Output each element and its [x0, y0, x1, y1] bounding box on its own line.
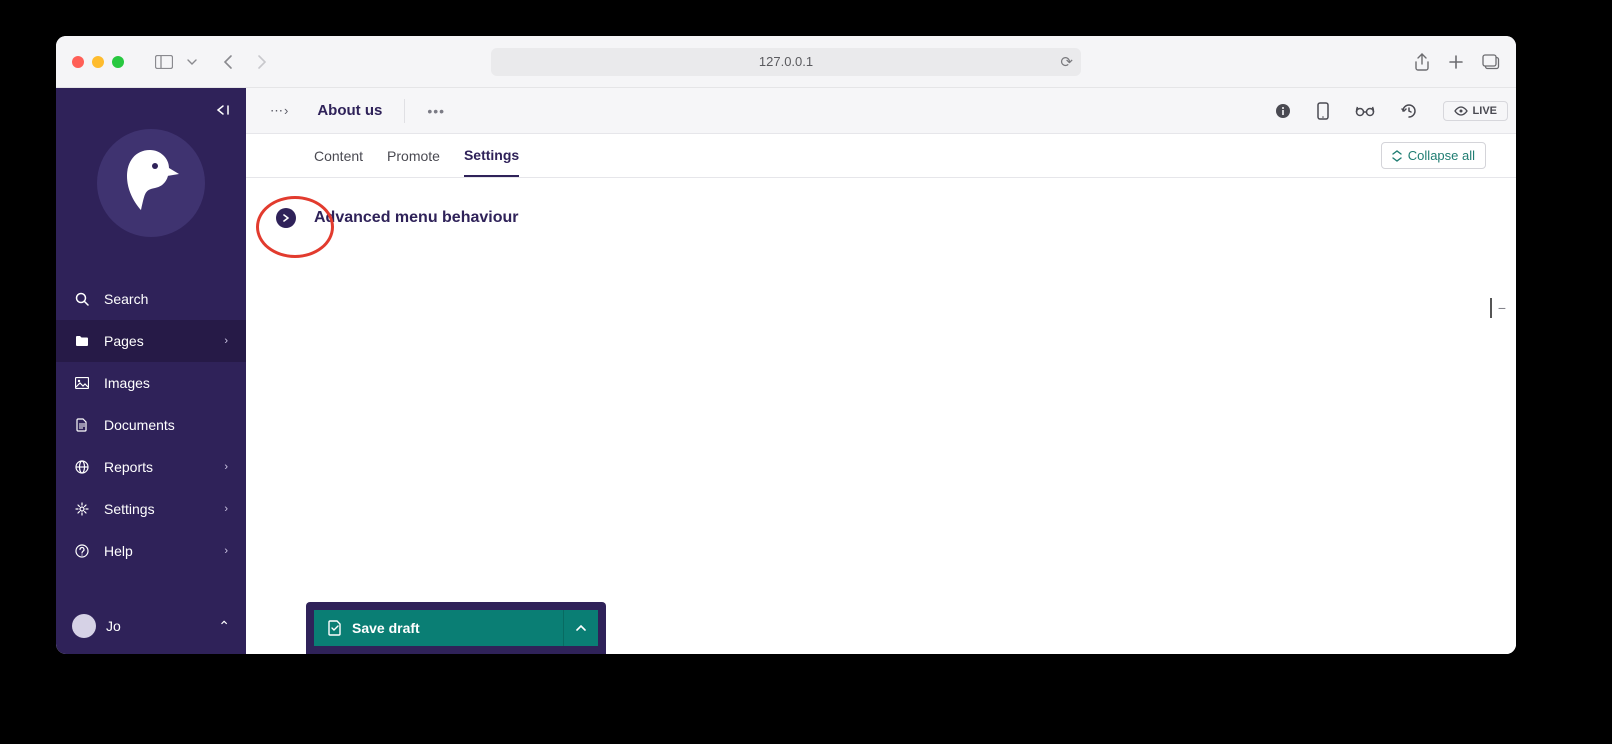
more-actions-icon[interactable]: •••	[427, 103, 445, 119]
eye-icon	[1454, 106, 1468, 116]
sidebar-item-label: Documents	[104, 417, 175, 433]
history-icon[interactable]	[1401, 103, 1417, 119]
image-icon	[74, 377, 90, 389]
browser-chrome: 127.0.0.1 ⟳	[56, 36, 1516, 88]
divider	[404, 99, 405, 123]
share-icon[interactable]	[1414, 53, 1430, 71]
close-window-button[interactable]	[72, 56, 84, 68]
chevron-right-icon: ›	[224, 545, 228, 557]
topbar: ⋯› About us ••• LIVE	[246, 88, 1516, 134]
sidebar-item-label: Reports	[104, 459, 153, 475]
forward-button[interactable]	[248, 50, 276, 74]
draft-icon	[328, 620, 342, 636]
back-button[interactable]	[214, 50, 242, 74]
sidebar-item-label: Search	[104, 291, 148, 307]
tab-label: Content	[314, 148, 363, 164]
tabs: Content Promote Settings Collapse all	[246, 134, 1516, 178]
sidebar-item-settings[interactable]: Settings ›	[56, 488, 246, 530]
tab-label: Settings	[464, 147, 519, 163]
chevron-right-icon: ›	[224, 503, 228, 515]
sidebar-item-label: Images	[104, 375, 150, 391]
tabs-overview-icon[interactable]	[1482, 54, 1500, 70]
new-tab-icon[interactable]	[1448, 54, 1464, 70]
collapse-sidebar-icon[interactable]	[214, 104, 230, 116]
sidebar-nav: Search Pages › Images Documents Re	[56, 278, 246, 572]
sidebar-item-images[interactable]: Images	[56, 362, 246, 404]
save-options-button[interactable]	[564, 610, 598, 646]
expand-panel-button[interactable]	[276, 208, 296, 228]
document-icon	[74, 418, 90, 432]
tab-settings[interactable]: Settings	[464, 134, 519, 177]
mobile-preview-icon[interactable]	[1317, 102, 1329, 120]
live-badge[interactable]: LIVE	[1443, 101, 1508, 121]
minimap[interactable]: −	[1490, 298, 1506, 318]
chevron-down-icon[interactable]	[184, 50, 200, 74]
chevron-up-icon: ⌃	[218, 618, 230, 635]
sidebar-item-documents[interactable]: Documents	[56, 404, 246, 446]
panel-title: Advanced menu behaviour	[314, 209, 519, 227]
sidebar-toggle-icon[interactable]	[150, 50, 178, 74]
tab-content[interactable]: Content	[314, 134, 363, 177]
help-icon	[74, 544, 90, 558]
save-draft-label: Save draft	[352, 620, 420, 636]
sidebar-item-pages[interactable]: Pages ›	[56, 320, 246, 362]
sidebar-item-help[interactable]: Help ›	[56, 530, 246, 572]
globe-icon	[74, 460, 90, 474]
sidebar-item-label: Help	[104, 543, 133, 559]
chevron-right-icon: ›	[224, 335, 228, 347]
user-name: Jo	[106, 618, 121, 634]
sidebar-user[interactable]: Jo ⌃	[56, 602, 246, 654]
minimize-window-button[interactable]	[92, 56, 104, 68]
sidebar-item-reports[interactable]: Reports ›	[56, 446, 246, 488]
sidebar-item-label: Settings	[104, 501, 155, 517]
tab-promote[interactable]: Promote	[387, 134, 440, 177]
collapse-all-button[interactable]: Collapse all	[1381, 142, 1486, 169]
breadcrumb-icon[interactable]: ⋯›	[270, 103, 289, 119]
chevron-right-icon: ›	[224, 461, 228, 473]
tab-label: Promote	[387, 148, 440, 164]
browser-window: 127.0.0.1 ⟳	[56, 36, 1516, 654]
gear-icon	[74, 502, 90, 516]
collapse-icon	[1392, 150, 1402, 162]
search-icon	[74, 292, 90, 306]
maximize-window-button[interactable]	[112, 56, 124, 68]
content-area: Advanced menu behaviour − Save draft	[246, 178, 1516, 654]
glasses-icon[interactable]	[1355, 105, 1375, 117]
minimap-bar-icon	[1490, 298, 1492, 318]
folder-icon	[74, 335, 90, 347]
sidebar-item-label: Pages	[104, 333, 144, 349]
logo	[56, 88, 246, 278]
save-draft-button[interactable]: Save draft	[314, 610, 564, 646]
address-bar[interactable]: 127.0.0.1 ⟳	[491, 48, 1081, 76]
collapse-all-label: Collapse all	[1408, 148, 1475, 163]
reload-icon[interactable]: ⟳	[1060, 53, 1073, 71]
info-icon[interactable]	[1275, 103, 1291, 119]
app: Search Pages › Images Documents Re	[56, 88, 1516, 654]
live-label: LIVE	[1473, 105, 1497, 117]
panel-header: Advanced menu behaviour	[246, 178, 1516, 228]
save-bar: Save draft	[306, 602, 606, 654]
page-title: About us	[317, 102, 382, 119]
avatar	[72, 614, 96, 638]
traffic-lights	[72, 56, 124, 68]
sidebar-item-search[interactable]: Search	[56, 278, 246, 320]
minimap-symbol: −	[1498, 300, 1506, 316]
sidebar: Search Pages › Images Documents Re	[56, 88, 246, 654]
main: ⋯› About us ••• LIVE Content Promot	[246, 88, 1516, 654]
address-text: 127.0.0.1	[759, 54, 813, 69]
